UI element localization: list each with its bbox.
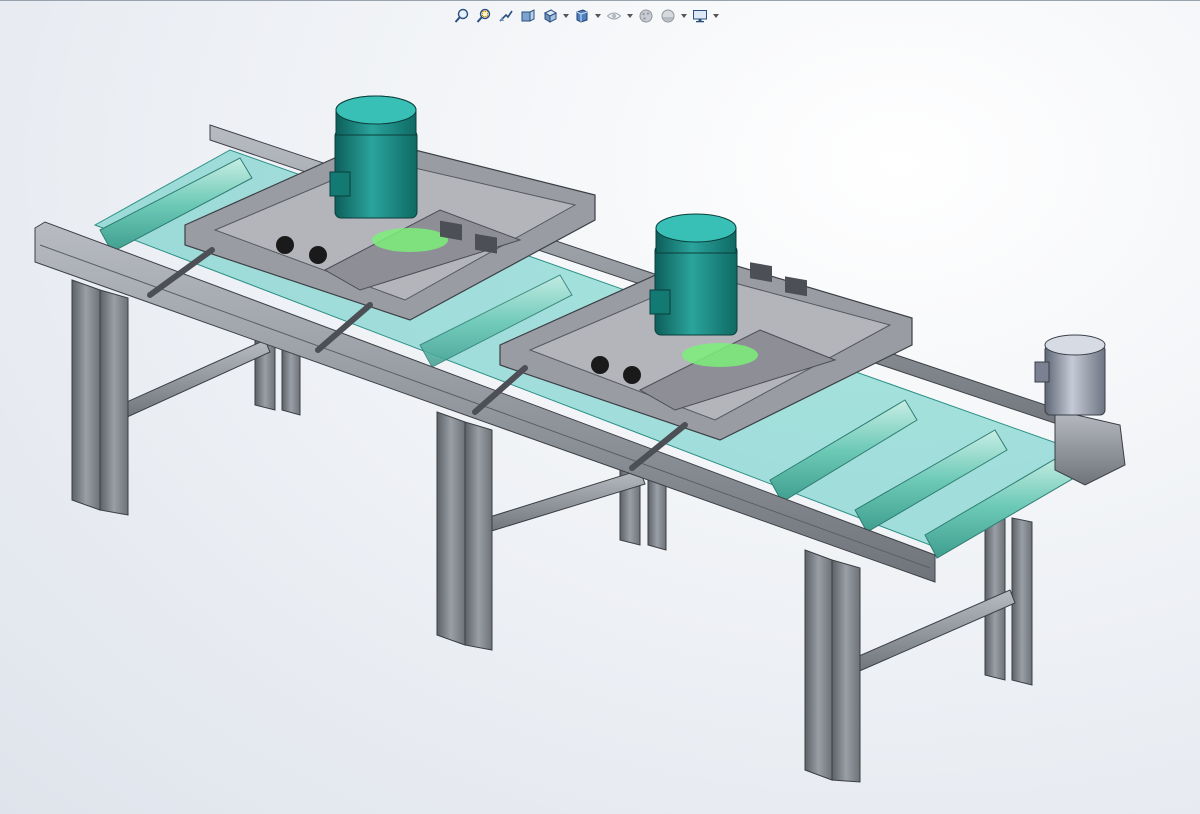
section-view-icon[interactable] [518,6,538,26]
zoom-to-area-icon[interactable] [474,6,494,26]
view-settings-dropdown-icon[interactable] [712,6,720,26]
display-style-dropdown-icon[interactable] [594,6,602,26]
view-orientation-dropdown-icon[interactable] [562,6,570,26]
edit-appearance-icon[interactable] [636,6,656,26]
view-orientation-icon[interactable] [540,6,560,26]
motor-2 [649,213,738,336]
hide-show-items-dropdown-icon[interactable] [626,6,634,26]
zoom-to-fit-icon[interactable] [452,6,472,26]
apply-scene-icon[interactable] [658,6,678,26]
motor-1 [329,95,418,219]
conveyor-model[interactable] [0,30,1200,814]
view-settings-icon[interactable] [690,6,710,26]
previous-view-icon[interactable] [496,6,516,26]
apply-scene-dropdown-icon[interactable] [680,6,688,26]
display-style-icon[interactable] [572,6,592,26]
hide-show-items-icon[interactable] [604,6,624,26]
graphics-area[interactable] [0,30,1200,814]
heads-up-view-toolbar [452,5,720,27]
window-top-border [0,0,1200,1]
